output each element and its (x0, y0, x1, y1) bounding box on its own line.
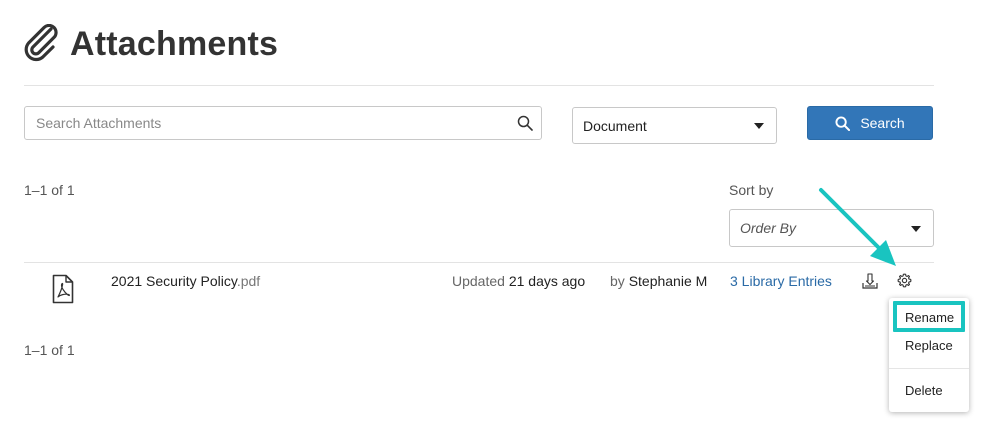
sort-by-label: Sort by (729, 182, 774, 198)
header-divider (24, 85, 934, 86)
file-name-base: 2021 Security Policy (111, 273, 237, 289)
search-button-label: Search (860, 115, 905, 131)
search-box (24, 106, 542, 140)
document-type-select[interactable]: Document (572, 107, 777, 144)
row-divider (24, 262, 934, 263)
updated-label: Updated (452, 273, 505, 289)
result-count-top: 1–1 of 1 (24, 182, 75, 198)
gear-icon[interactable] (897, 273, 912, 288)
caret-down-icon (754, 123, 764, 129)
document-type-value: Document (583, 117, 647, 134)
order-by-select[interactable]: Order By (729, 209, 934, 247)
page-title: Attachments (70, 24, 279, 63)
file-extension: .pdf (236, 273, 261, 289)
author-label: by (610, 273, 625, 289)
order-by-value: Order By (740, 220, 797, 236)
caret-down-icon (911, 226, 921, 232)
library-entries-link[interactable]: 3 Library Entries (730, 273, 832, 289)
paperclip-icon (24, 24, 58, 62)
updated-info: Updated 21 days ago (452, 273, 585, 289)
menu-item-rename[interactable]: Rename (905, 310, 954, 325)
file-actions-menu: Rename Replace Delete (889, 298, 969, 412)
pdf-file-icon (52, 274, 74, 304)
page-header: Attachments (22, 24, 278, 64)
search-button[interactable]: Search (807, 106, 933, 140)
menu-item-delete[interactable]: Delete (905, 383, 943, 398)
file-name[interactable]: 2021 Security Policy.pdf (111, 273, 260, 289)
search-input[interactable] (25, 107, 495, 139)
search-icon[interactable] (517, 115, 533, 131)
author-value: Stephanie M (628, 273, 708, 289)
menu-divider (889, 368, 969, 369)
download-icon[interactable] (862, 273, 878, 289)
menu-item-replace[interactable]: Replace (905, 338, 953, 353)
author-info: by Stephanie M (610, 273, 707, 289)
updated-value: 21 days ago (508, 273, 586, 289)
result-count-bottom: 1–1 of 1 (24, 342, 75, 358)
search-icon (835, 115, 851, 131)
